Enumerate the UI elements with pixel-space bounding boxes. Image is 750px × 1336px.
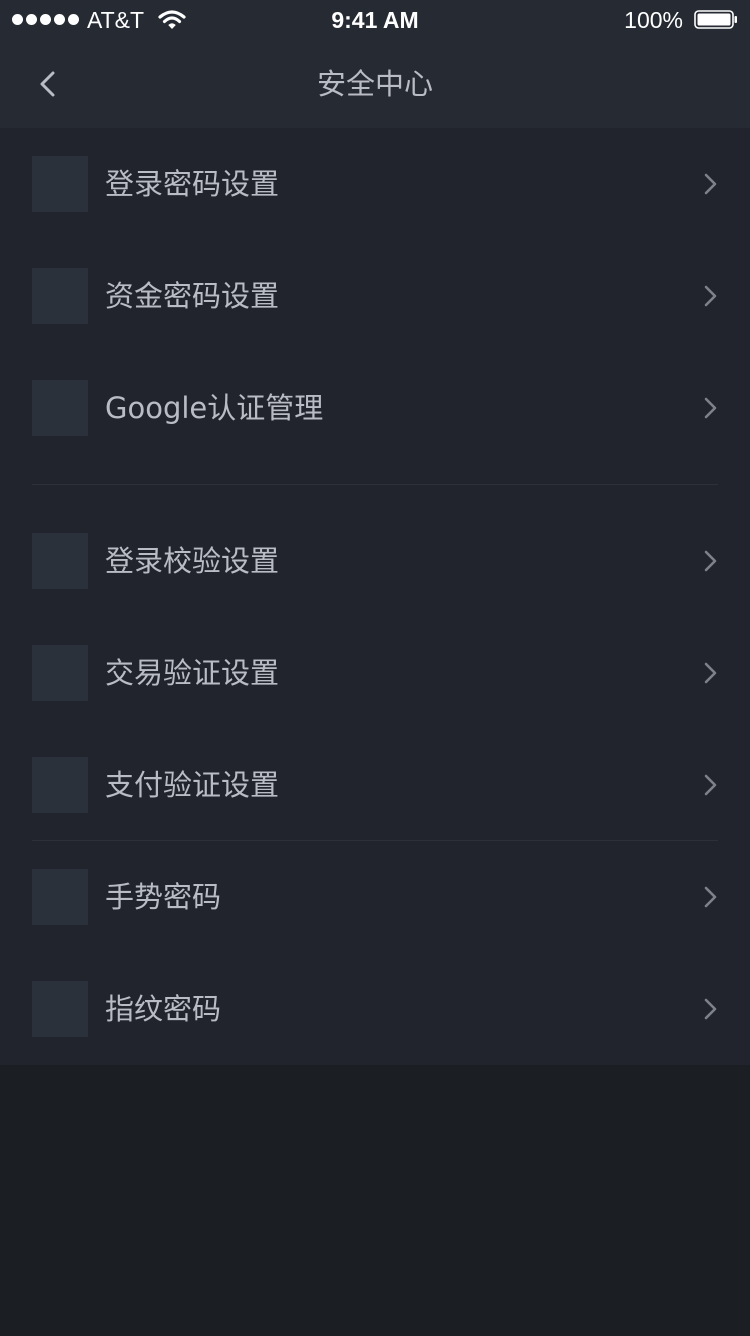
- placeholder-icon: [32, 645, 88, 701]
- list-item-label: 登录校验设置: [105, 544, 280, 578]
- chevron-right-icon: [704, 285, 717, 307]
- chevron-right-icon: [704, 774, 717, 796]
- list-item-label: 资金密码设置: [105, 279, 280, 313]
- chevron-right-icon: [704, 886, 717, 908]
- placeholder-icon: [32, 156, 88, 212]
- chevron-right-icon: [704, 662, 717, 684]
- chevron-right-icon: [704, 397, 717, 419]
- list-item-trade-verification[interactable]: 交易验证设置: [0, 617, 750, 729]
- settings-group-password: 登录密码设置 资金密码设置 Google认证管理: [0, 128, 750, 464]
- list-item-fingerprint-password[interactable]: 指纹密码: [0, 953, 750, 1065]
- chevron-right-icon: [704, 998, 717, 1020]
- status-bar: AT&T 9:41 AM 100%: [0, 0, 750, 40]
- list-item-label: 指纹密码: [105, 992, 222, 1026]
- chevron-right-icon: [704, 173, 717, 195]
- list-item-label: 交易验证设置: [105, 656, 280, 690]
- list-item-label: Google认证管理: [105, 391, 324, 425]
- page-title: 安全中心: [316, 67, 433, 101]
- placeholder-icon: [32, 757, 88, 813]
- list-item-label: 登录密码设置: [105, 167, 280, 201]
- security-center-screen: AT&T 9:41 AM 100% 安全中心 登录密码设置 资金密码设置 Goo…: [0, 0, 750, 1336]
- placeholder-icon: [32, 380, 88, 436]
- list-item-google-auth[interactable]: Google认证管理: [0, 352, 750, 464]
- list-item-login-password[interactable]: 登录密码设置: [0, 128, 750, 240]
- settings-group-biometric: 手势密码 指纹密码: [0, 841, 750, 1065]
- battery-percentage: 100%: [624, 7, 683, 33]
- placeholder-icon: [32, 533, 88, 589]
- list-item-fund-password[interactable]: 资金密码设置: [0, 240, 750, 352]
- settings-group-verification: 登录校验设置 交易验证设置 支付验证设置: [0, 505, 750, 841]
- battery-icon: [694, 10, 737, 29]
- list-item-login-verification[interactable]: 登录校验设置: [0, 505, 750, 617]
- list-item-gesture-password[interactable]: 手势密码: [0, 841, 750, 953]
- navigation-bar: 安全中心: [0, 40, 750, 128]
- list-item-payment-verification[interactable]: 支付验证设置: [0, 729, 750, 841]
- group-divider: [32, 484, 718, 485]
- list-item-label: 手势密码: [105, 880, 222, 914]
- placeholder-icon: [32, 268, 88, 324]
- placeholder-icon: [32, 869, 88, 925]
- list-item-label: 支付验证设置: [105, 768, 280, 802]
- settings-list: 登录密码设置 资金密码设置 Google认证管理 登录校验设置 交易验证设置 支…: [0, 128, 750, 1065]
- chevron-right-icon: [704, 550, 717, 572]
- placeholder-icon: [32, 981, 88, 1037]
